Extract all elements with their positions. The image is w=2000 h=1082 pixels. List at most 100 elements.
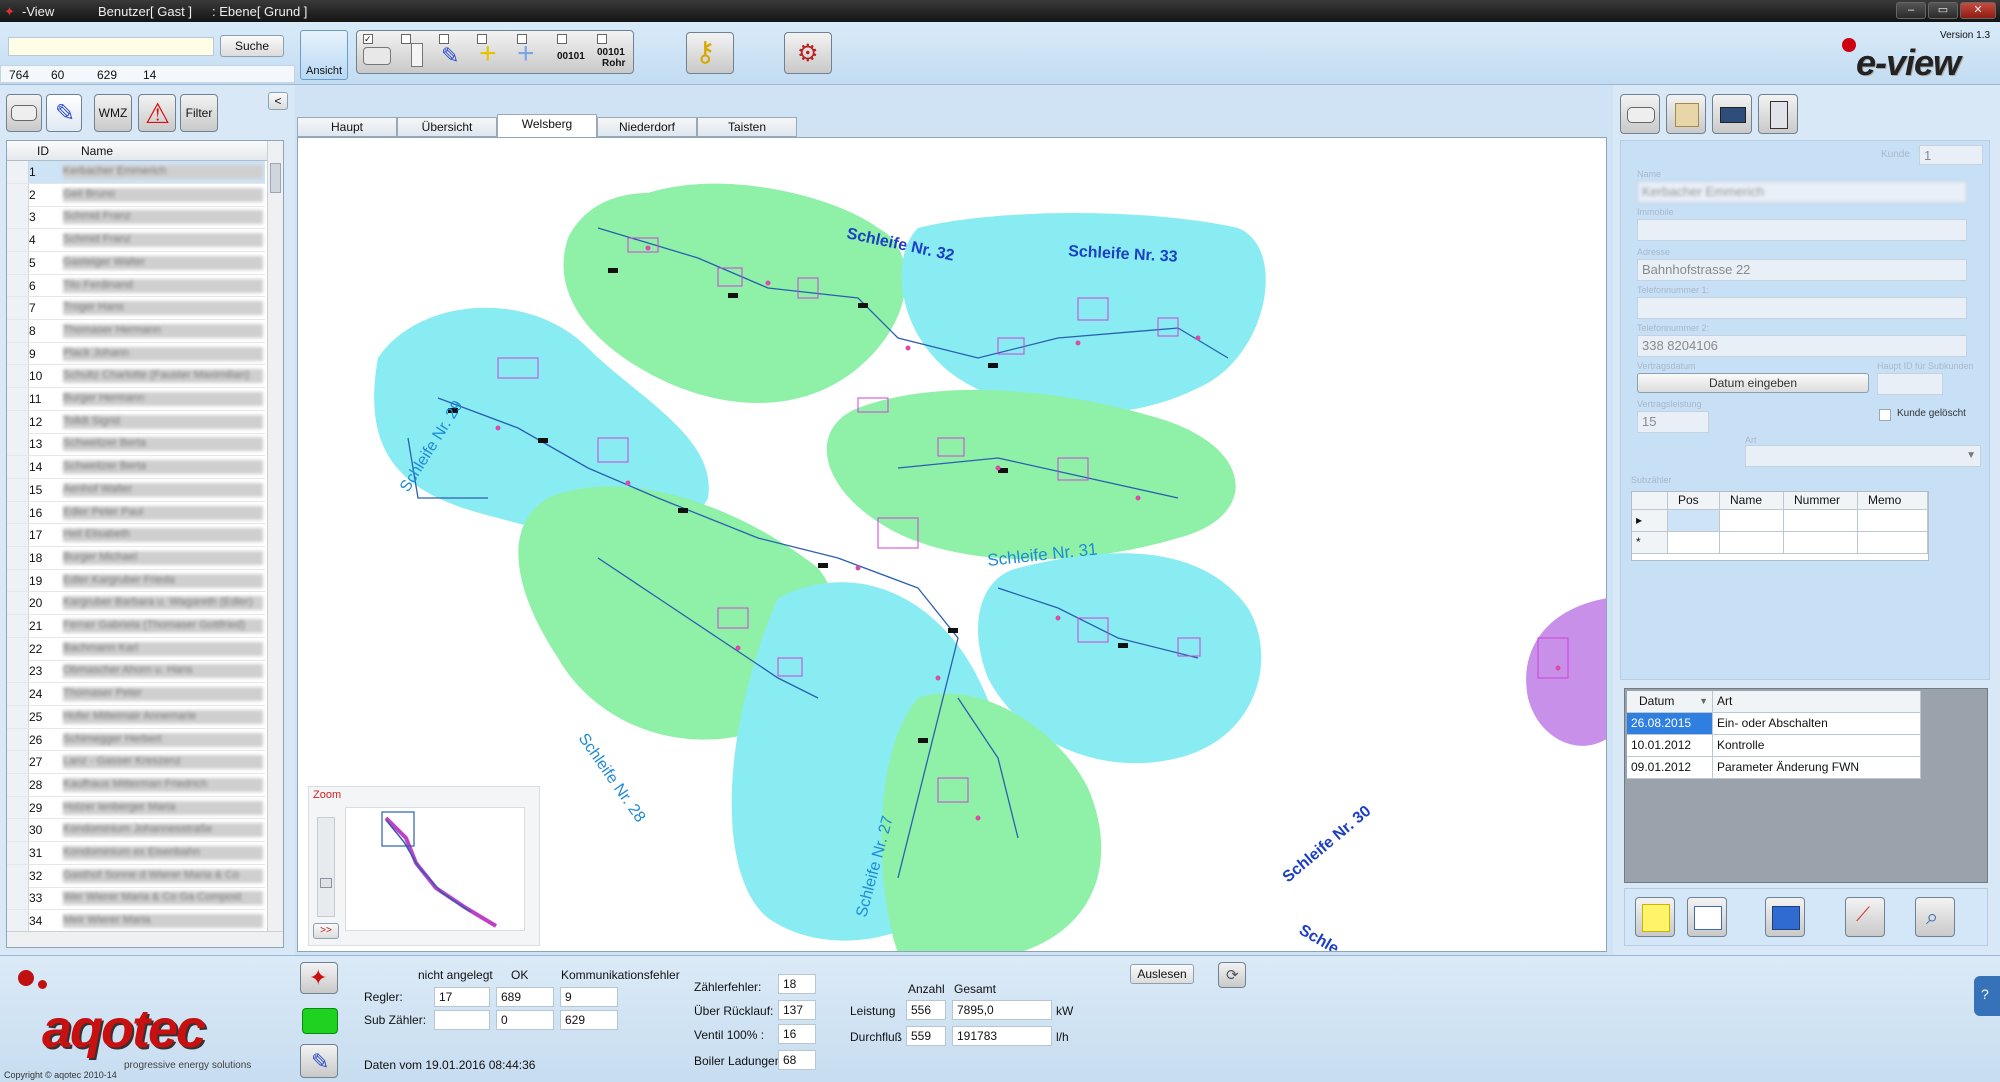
calendar-button[interactable]: [1687, 897, 1727, 937]
row-selector[interactable]: [7, 229, 29, 251]
list-item[interactable]: 18 Burger Michael: [7, 546, 265, 570]
zoom-expand-button[interactable]: >>: [313, 923, 339, 939]
row-selector[interactable]: [7, 773, 29, 796]
list-item[interactable]: 32 Gasthof Sonne d Wierer Maria & Co: [7, 864, 265, 888]
right-tab-cabinet[interactable]: [1758, 94, 1798, 134]
label-loop-30[interactable]: Schleife Nr. 30: [1280, 803, 1375, 886]
list-item[interactable]: 19 Edler Kargruber Frieda: [7, 569, 265, 593]
subgrid-cell[interactable]: [1720, 510, 1784, 532]
immobile-field[interactable]: [1637, 219, 1967, 241]
list-item[interactable]: 1 Kerbacher Emmerich: [7, 161, 265, 184]
subgrid-cell[interactable]: [1858, 532, 1928, 554]
row-selector[interactable]: [7, 569, 29, 592]
list-item[interactable]: 25 Hofer Mitteimair Annemarie: [7, 705, 265, 729]
row-selector[interactable]: [7, 433, 29, 456]
subgrid-header-nummer[interactable]: Nummer: [1784, 492, 1858, 510]
list-item[interactable]: 33 Wer Wierer Maria & Co Ga Compost: [7, 887, 265, 911]
tel2-field[interactable]: 338 8204106: [1637, 335, 1967, 357]
row-selector[interactable]: [7, 660, 29, 683]
history-date-cell[interactable]: 09.01.2012: [1627, 757, 1713, 779]
checkbox-binary[interactable]: [557, 34, 567, 44]
checkbox-door[interactable]: [401, 34, 411, 44]
label-loop-cut[interactable]: Schle: [1296, 922, 1342, 952]
col-header-name[interactable]: Name: [81, 144, 113, 158]
network-map[interactable]: Schleife Nr. 32 Schleife Nr. 33 Schleife…: [297, 137, 1607, 952]
subgrid-cell[interactable]: [1784, 510, 1858, 532]
history-header-art[interactable]: Art: [1713, 691, 1921, 713]
close-button[interactable]: ✕: [1960, 2, 1996, 19]
list-item[interactable]: 4 Schmid Franz: [7, 229, 265, 252]
zoom-overview-map[interactable]: [345, 807, 525, 931]
right-tab-device[interactable]: [1620, 94, 1660, 134]
row-selector[interactable]: [7, 251, 29, 274]
left-tab-alarm[interactable]: ⚠: [138, 94, 176, 132]
haupt-id-field[interactable]: [1877, 373, 1943, 395]
tab-niederdorf[interactable]: Niederdorf: [597, 117, 697, 137]
list-item[interactable]: 12 Tolldt Sigrid: [7, 410, 265, 434]
screen-button[interactable]: [1765, 897, 1805, 937]
list-item[interactable]: 26 Schimegger Herbert: [7, 728, 265, 752]
rohr-label[interactable]: Rohr: [602, 58, 625, 69]
list-item[interactable]: 29 Holzer Ienberger Maria: [7, 796, 265, 820]
subgrid-cell[interactable]: [1858, 510, 1928, 532]
device-layer-icon[interactable]: [363, 47, 391, 65]
history-art-cell[interactable]: Parameter Änderung FWN: [1713, 757, 1921, 779]
list-item[interactable]: 7 Troger Hans: [7, 297, 265, 321]
note-button[interactable]: [1635, 897, 1675, 937]
row-selector[interactable]: [7, 887, 29, 910]
right-tab-folder[interactable]: [1666, 94, 1706, 134]
list-item[interactable]: 21 Ferner Gabriela (Thomaser Gottfried): [7, 615, 265, 638]
list-item[interactable]: 5 Gasteiger Walter: [7, 251, 265, 275]
door-icon[interactable]: [411, 43, 423, 67]
row-selector[interactable]: [7, 319, 29, 342]
list-item[interactable]: 14 Schweitzer Berta: [7, 456, 265, 479]
subgrid-cell[interactable]: [1720, 532, 1784, 554]
row-selector[interactable]: [7, 637, 29, 660]
history-art-cell[interactable]: Ein- oder Abschalten: [1713, 713, 1921, 735]
row-selector[interactable]: [7, 183, 29, 206]
left-tab-devices[interactable]: [6, 94, 42, 132]
list-item[interactable]: 17 Heil Elisabeth: [7, 524, 265, 548]
subgrid-header-pos[interactable]: Pos: [1668, 492, 1720, 510]
key-button[interactable]: ⚷: [686, 32, 734, 74]
list-item[interactable]: 8 Thomaser Hermann: [7, 319, 265, 343]
row-selector[interactable]: [7, 842, 29, 864]
history-date-cell[interactable]: 26.08.2015: [1627, 713, 1713, 735]
list-item[interactable]: 16 Edler Peter Paul: [7, 501, 265, 525]
list-item[interactable]: 11 Burger Hermann: [7, 388, 265, 411]
refresh-button[interactable]: ⟳: [1218, 962, 1246, 988]
search-button[interactable]: Suche: [220, 35, 284, 57]
list-vscrollbar[interactable]: [267, 141, 283, 931]
checkbox-device[interactable]: ✓: [363, 34, 373, 44]
search-input[interactable]: [8, 37, 214, 56]
row-selector[interactable]: [7, 683, 29, 705]
tab-welsberg[interactable]: Welsberg: [497, 114, 597, 138]
left-tab-filter[interactable]: Filter: [180, 94, 218, 132]
list-item[interactable]: 23 Obmascher Ahorn u. Hans: [7, 660, 265, 684]
row-selector[interactable]: [7, 910, 29, 932]
bottom-icon-meter[interactable]: ✎: [300, 1044, 338, 1078]
list-item[interactable]: 20 Kargruber Barbara u. Wagareth (Edler): [7, 592, 265, 616]
list-item[interactable]: 2 Geil Bruno: [7, 183, 265, 207]
list-item[interactable]: 22 Bachmann Karl: [7, 637, 265, 661]
list-item[interactable]: 3 Schmid Franz: [7, 206, 265, 230]
binary-label-2[interactable]: 00101: [597, 47, 625, 58]
zoom-slider-thumb[interactable]: [320, 878, 332, 888]
binary-label-1[interactable]: 00101: [557, 51, 585, 62]
list-hscrollbar[interactable]: [7, 931, 283, 947]
vertragsleistung-field[interactable]: 15: [1637, 411, 1709, 433]
search-device-button[interactable]: ⌕: [1915, 897, 1955, 937]
row-selector[interactable]: [7, 297, 29, 320]
tab-haupt[interactable]: Haupt: [297, 117, 397, 137]
row-selector[interactable]: [7, 274, 29, 297]
minimize-button[interactable]: –: [1896, 2, 1926, 19]
list-item[interactable]: 30 Kondominium Johannesstraße: [7, 819, 265, 843]
row-selector[interactable]: [7, 365, 29, 388]
list-item[interactable]: 15 Aenhof Walter: [7, 478, 265, 502]
kunde-field[interactable]: 1: [1919, 145, 1983, 165]
list-item[interactable]: 9 Plack Johann: [7, 342, 265, 366]
list-item[interactable]: 6 Tilo Ferdinand: [7, 274, 265, 298]
trend-button[interactable]: ⟋: [1845, 897, 1885, 937]
row-selector[interactable]: [7, 478, 29, 501]
subgrid-cell[interactable]: [1668, 532, 1720, 554]
